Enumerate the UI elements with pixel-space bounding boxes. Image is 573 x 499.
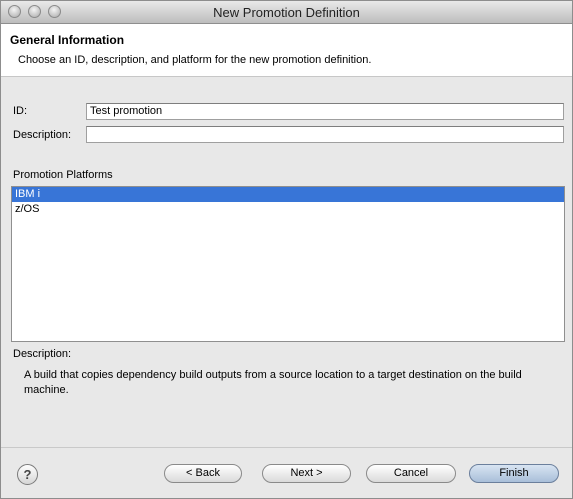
- description-field[interactable]: [86, 126, 564, 143]
- dialog-window: New Promotion Definition General Informa…: [0, 0, 573, 499]
- title-bar[interactable]: New Promotion Definition: [1, 1, 572, 24]
- wizard-banner: General Information Choose an ID, descri…: [1, 24, 572, 77]
- id-field[interactable]: Test promotion: [86, 103, 564, 120]
- id-label: ID:: [13, 105, 28, 117]
- platforms-list[interactable]: IBM i z/OS: [11, 186, 565, 342]
- form-area: ID: Test promotion Description: Promotio…: [1, 77, 572, 447]
- platform-description-label: Description:: [13, 348, 72, 360]
- button-bar-separator: [1, 447, 572, 448]
- platform-description-text: A build that copies dependency build out…: [24, 369, 522, 396]
- window-title: New Promotion Definition: [213, 5, 360, 20]
- banner-title: General Information: [10, 33, 125, 47]
- platform-item-zos[interactable]: z/OS: [12, 202, 564, 217]
- platform-item-ibm-i[interactable]: IBM i: [12, 187, 564, 202]
- next-button[interactable]: Next >: [262, 464, 351, 483]
- cancel-button[interactable]: Cancel: [366, 464, 456, 483]
- help-icon[interactable]: ?: [17, 464, 38, 485]
- back-button[interactable]: < Back: [164, 464, 242, 483]
- description-label: Description:: [13, 129, 72, 141]
- platforms-label: Promotion Platforms: [13, 169, 113, 181]
- banner-message: Choose an ID, description, and platform …: [18, 54, 372, 66]
- finish-button[interactable]: Finish: [469, 464, 559, 483]
